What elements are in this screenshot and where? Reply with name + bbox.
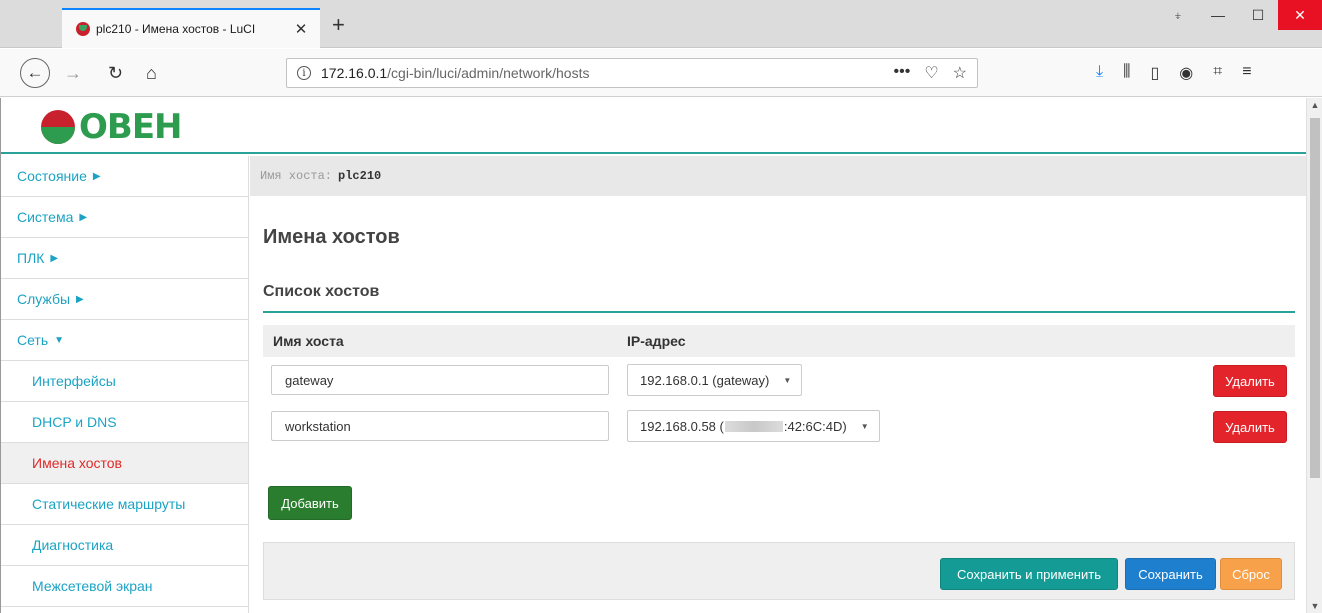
page-scrollbar[interactable]: ▲ ▼ — [1306, 98, 1322, 613]
scrollbar-thumb[interactable] — [1310, 118, 1320, 478]
hostname-input[interactable] — [271, 365, 609, 395]
tab-close-icon[interactable]: ✕ — [292, 20, 310, 38]
sidebar-item-services[interactable]: Службы ▶ — [1, 279, 248, 320]
menu-icon[interactable]: ≡ — [1242, 63, 1251, 83]
column-header-host: Имя хоста — [273, 333, 344, 349]
back-arrow-icon[interactable]: ← — [20, 58, 50, 88]
browser-tab-bar: plc210 - Имена хостов - LuCI ✕ + ⍖ — ☐ ✕ — [0, 0, 1322, 48]
logo-text: ОВЕН — [79, 107, 182, 147]
screenshot-icon[interactable]: ⌗ — [1213, 63, 1222, 83]
url-actions: ••• ♡ ☆ — [894, 63, 968, 83]
maximize-button[interactable]: ☐ — [1238, 0, 1278, 30]
add-button[interactable]: Добавить — [268, 486, 352, 520]
page-viewport: ОВЕН Состояние ▶ Система ▶ ПЛК ▶ Службы ▶ Се… — [0, 98, 1306, 613]
caret-right-icon: ▶ — [76, 293, 84, 305]
new-tab-button[interactable]: + — [332, 14, 345, 36]
library-icon[interactable]: ⫼ — [1123, 63, 1130, 83]
caret-right-icon: ▶ — [79, 211, 88, 223]
delete-button[interactable]: Удалить — [1213, 365, 1287, 397]
site-favicon-icon — [76, 22, 90, 36]
reset-button[interactable]: Сброс — [1220, 558, 1282, 590]
sidebar-item-hostnames[interactable]: Имена хостов — [1, 443, 248, 484]
sidebar-item-diagnostics[interactable]: Диагностика — [1, 525, 248, 566]
sidebar-item-firewall[interactable]: Межсетевой экран — [1, 566, 248, 607]
ip-address-select[interactable]: 192.168.0.1 (gateway) ▼ — [627, 364, 803, 396]
address-bar[interactable]: i 172.16.0.1/cgi-bin/luci/admin/network/… — [286, 58, 978, 88]
close-window-button[interactable]: ✕ — [1278, 0, 1322, 30]
table-header: Имя хоста IP-адрес — [263, 325, 1295, 357]
bookmark-star-icon[interactable]: ☆ — [953, 63, 967, 83]
sidebar-item-network[interactable]: Сеть ▼ — [1, 320, 248, 361]
caret-right-icon: ▶ — [50, 252, 59, 264]
url-text[interactable]: 172.16.0.1/cgi-bin/luci/admin/network/ho… — [321, 65, 589, 81]
minimize-button[interactable]: — — [1198, 0, 1238, 30]
browser-tab[interactable]: plc210 - Имена хостов - LuCI ✕ — [62, 8, 320, 48]
section-title: Список хостов — [263, 283, 1295, 313]
sidebar-item-status[interactable]: Состояние ▶ — [1, 156, 248, 197]
dropdown-caret-icon: ▼ — [860, 421, 869, 431]
hostname-value: plc210 — [338, 169, 382, 183]
save-and-apply-button[interactable]: Сохранить и применить — [940, 558, 1118, 590]
sidebar-item-static-routes[interactable]: Статические маршруты — [1, 484, 248, 525]
sidebar-item-interfaces[interactable]: Интерфейсы — [1, 361, 248, 402]
delete-button[interactable]: Удалить — [1213, 411, 1287, 443]
download-icon[interactable]: ⤓ — [1096, 63, 1103, 83]
table-row: 192.168.0.1 (gateway) ▼ Удалить — [263, 357, 1295, 403]
browser-nav-bar: ← → ↻ ⌂ i 172.16.0.1/cgi-bin/luci/admin/… — [0, 49, 1322, 97]
hostname-label: Имя хоста: — [260, 169, 333, 183]
reload-icon[interactable]: ↻ — [108, 61, 123, 85]
logo-mark-icon — [41, 110, 75, 144]
hostname-bar: Имя хоста: plc210 — [250, 156, 1306, 196]
hosts-table: Имя хоста IP-адрес 192.168.0.1 (gateway)… — [263, 325, 1295, 449]
logo[interactable]: ОВЕН — [41, 110, 182, 144]
dropdown-caret-icon: ▼ — [783, 375, 792, 385]
sidebar-toggle-icon[interactable]: ▯ — [1150, 63, 1159, 83]
sidebar-item-plc[interactable]: ПЛК ▶ — [1, 238, 248, 279]
forward-arrow-icon[interactable]: → — [64, 61, 82, 85]
sidebar: Состояние ▶ Система ▶ ПЛК ▶ Службы ▶ Сеть ▼ И… — [1, 156, 249, 613]
column-header-ip: IP-адрес — [627, 333, 686, 349]
hostname-input[interactable] — [271, 411, 609, 441]
tab-title: plc210 - Имена хостов - LuCI — [96, 22, 256, 36]
caret-right-icon: ▶ — [92, 170, 101, 182]
pocket-icon[interactable]: ♡ — [924, 63, 938, 83]
redacted-mac-block — [724, 420, 783, 432]
page-title: Имена хостов — [263, 226, 400, 248]
account-icon[interactable]: ◉ — [1179, 63, 1193, 83]
window-controls: ⍖ — ☐ ✕ — [1158, 0, 1322, 30]
pin-icon[interactable]: ⍖ — [1158, 0, 1198, 30]
ip-address-select[interactable]: 192.168.0.58 (:42:6C:4D) ▼ — [627, 410, 880, 442]
caret-down-icon: ▼ — [54, 334, 65, 346]
table-row: 192.168.0.58 (:42:6C:4D) ▼ Удалить — [263, 403, 1295, 449]
scroll-up-icon[interactable]: ▲ — [1307, 100, 1322, 110]
scroll-down-icon[interactable]: ▼ — [1307, 601, 1322, 611]
save-button[interactable]: Сохранить — [1125, 558, 1216, 590]
sidebar-item-dhcp-dns[interactable]: DHCP и DNS — [1, 402, 248, 443]
home-icon[interactable]: ⌂ — [146, 61, 157, 85]
page-actions-icon[interactable]: ••• — [894, 63, 911, 83]
sidebar-item-system[interactable]: Система ▶ — [1, 197, 248, 238]
info-icon[interactable]: i — [297, 66, 311, 80]
form-actions-bar: Сохранить и применить Сохранить Сброс — [263, 542, 1295, 600]
header: ОВЕН — [1, 98, 1306, 154]
browser-toolbar: ⤓ ⫼ ▯ ◉ ⌗ ≡ — [1096, 63, 1252, 83]
